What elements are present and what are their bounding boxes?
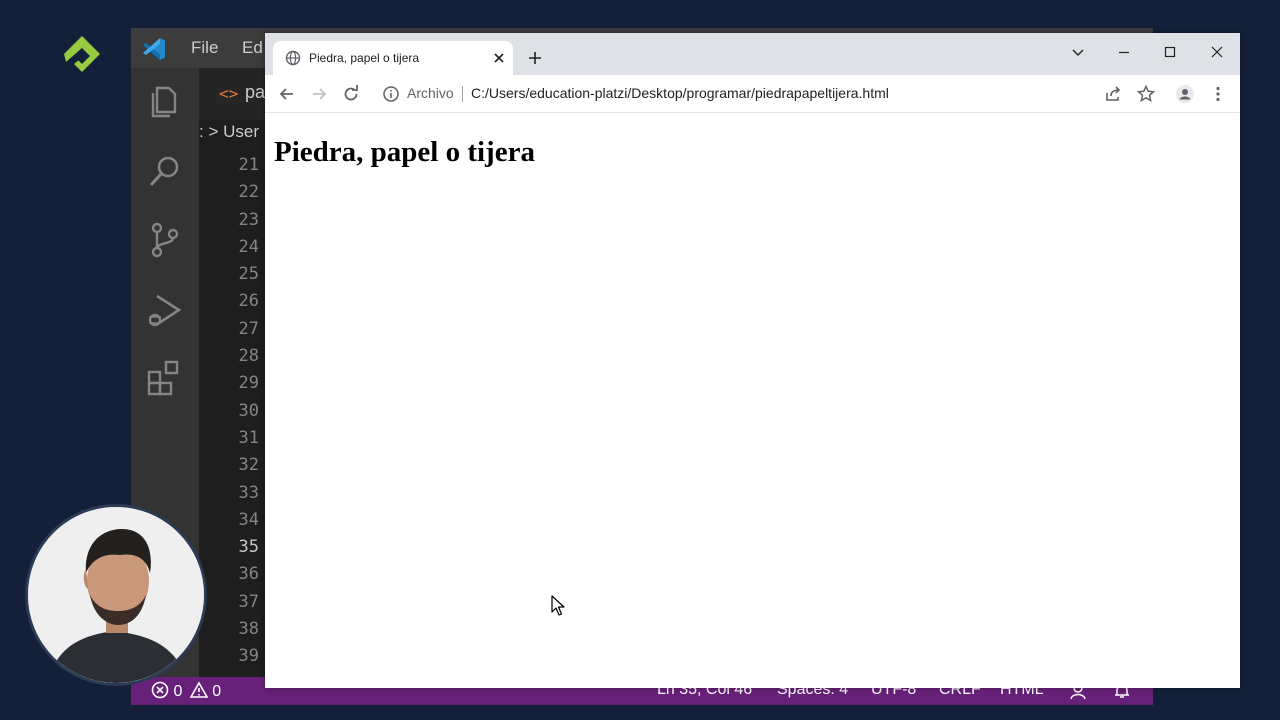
omnibox-separator	[462, 86, 463, 102]
line-number: 27	[238, 318, 259, 339]
editor-tab-label[interactable]: pa	[245, 82, 265, 103]
browser-tab[interactable]: Piedra, papel o tijera	[273, 41, 513, 75]
line-number: 25	[238, 264, 259, 285]
page-content: Piedra, papel o tijera	[265, 114, 1240, 688]
minimize-icon[interactable]	[1112, 40, 1136, 64]
window-close-icon[interactable]	[1205, 40, 1229, 64]
browser-toolbar: Archivo C:/Users/education-platzi/Deskto…	[265, 75, 1240, 113]
mouse-cursor-icon	[551, 595, 565, 616]
platzi-logo	[64, 36, 100, 72]
presenter-video	[28, 507, 204, 683]
browser-window: Piedra, papel o tijera Archivo C:/Users/…	[265, 33, 1240, 688]
line-number: 23	[238, 209, 259, 230]
new-tab-icon[interactable]	[527, 50, 543, 66]
line-number-gutter: 21 22 23 24 25 26 27 28 29 30 31 32 33 34 35 36 37 38 39	[199, 152, 265, 671]
chevron-down-icon[interactable]	[1066, 40, 1090, 64]
warning-count: 0	[212, 683, 222, 700]
address-bar-url[interactable]: C:/Users/education-platzi/Desktop/progra…	[471, 85, 889, 101]
line-number: 24	[238, 236, 259, 257]
webcam-overlay	[25, 504, 207, 686]
line-number: 36	[238, 564, 259, 585]
tab-title: Piedra, papel o tijera	[309, 51, 420, 65]
back-icon[interactable]	[277, 84, 297, 104]
line-number: 29	[238, 373, 259, 394]
breadcrumb[interactable]: : > User	[199, 122, 259, 142]
files-icon[interactable]	[145, 82, 185, 122]
line-number: 22	[238, 182, 259, 203]
browser-tab-strip: Piedra, papel o tijera	[265, 33, 1240, 75]
line-number: 21	[238, 155, 259, 175]
info-icon[interactable]	[382, 85, 400, 103]
line-number: 28	[238, 346, 259, 367]
line-number: 34	[238, 509, 259, 530]
star-icon[interactable]	[1136, 84, 1156, 104]
line-number: 26	[238, 291, 259, 312]
reload-icon[interactable]	[341, 84, 361, 104]
maximize-icon[interactable]	[1158, 40, 1182, 64]
source-control-icon[interactable]	[145, 220, 185, 260]
warning-icon	[189, 681, 209, 698]
line-number: 38	[238, 619, 259, 640]
menu-dots-icon[interactable]	[1208, 84, 1228, 104]
extensions-icon[interactable]	[145, 358, 185, 398]
error-icon	[151, 681, 169, 699]
menu-file[interactable]: File	[191, 38, 218, 58]
line-number: 35	[238, 537, 259, 558]
search-icon[interactable]	[145, 152, 185, 192]
line-number: 33	[238, 482, 259, 503]
close-icon[interactable]	[491, 50, 507, 66]
globe-icon	[285, 50, 301, 66]
vscode-logo	[143, 38, 165, 60]
problems-indicator[interactable]: 0 0	[151, 681, 221, 701]
profile-icon[interactable]	[1175, 84, 1195, 104]
omnibox-scheme-chip[interactable]: Archivo	[407, 85, 454, 101]
share-icon[interactable]	[1103, 84, 1123, 104]
forward-icon[interactable]	[309, 84, 329, 104]
menu-edit[interactable]: Ed	[242, 38, 263, 58]
line-number: 39	[238, 646, 259, 667]
page-heading: Piedra, papel o tijera	[274, 136, 535, 168]
line-number: 31	[238, 427, 259, 448]
line-number: 37	[238, 591, 259, 612]
run-debug-icon[interactable]	[145, 290, 185, 330]
error-count: 0	[173, 683, 183, 700]
line-number: 30	[238, 400, 259, 421]
html-file-icon: <>	[219, 84, 239, 103]
line-number: 32	[238, 455, 259, 476]
